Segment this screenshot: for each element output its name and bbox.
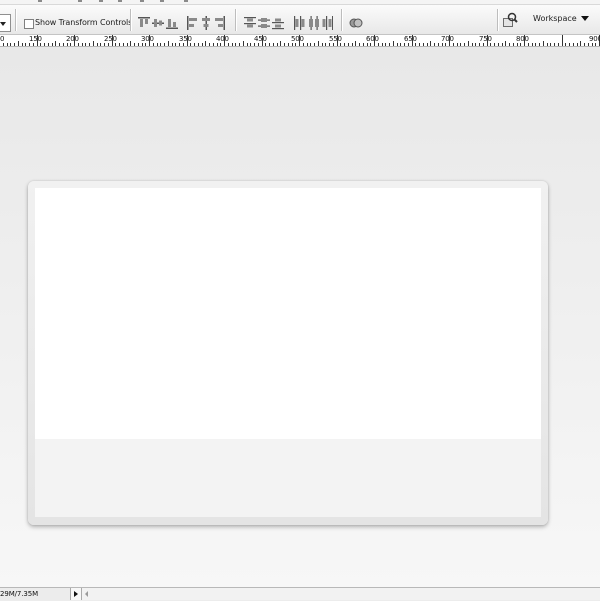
show-transform-controls-checkbox[interactable] [24,19,34,29]
document-size-readout: 29M/7.35M [0,590,39,598]
ruler-label: 550 [329,35,342,43]
ruler-label: 450 [254,35,267,43]
dialog-footer-area [35,439,541,517]
workspace-browse-icon[interactable] [502,12,518,28]
distribute-vertical-centers-icon[interactable] [258,16,270,30]
distribute-top-edges-icon[interactable] [244,16,256,30]
ruler-label: 750 [479,35,492,43]
horizontal-ruler[interactable]: 0 150 200 250 300 350 400 450 500 550 60… [0,35,600,47]
separator [15,9,16,31]
show-transform-controls-label: Show Transform Controls [35,18,133,27]
ruler-label: 300 [141,35,154,43]
status-bar: 29M/7.35M [0,587,600,601]
ruler-label: 800 [516,35,529,43]
workspace-label: Workspace [533,14,577,23]
ruler-label: 250 [104,35,117,43]
separator [130,9,131,31]
ruler-label: 200 [66,35,79,43]
ruler-label: 150 [29,35,42,43]
align-left-edges-icon[interactable] [186,16,198,30]
workspace-menu-button[interactable]: Workspace [533,14,589,28]
ruler-label: 0 [0,35,5,43]
ruler-label: 350 [179,35,192,43]
chevron-down-icon [0,22,6,26]
distribute-left-edges-icon[interactable] [293,16,305,30]
status-info-menu-button[interactable] [70,588,82,600]
chevron-down-icon [580,16,589,21]
ruler-label: 650 [404,35,417,43]
separator [497,9,498,31]
horizontal-scrollbar[interactable] [82,588,600,600]
distribute-bottom-edges-icon[interactable] [272,16,284,30]
align-bottom-edges-icon[interactable] [166,16,178,30]
auto-align-layers-icon[interactable] [349,16,363,30]
align-vertical-centers-icon[interactable] [152,16,164,30]
scroll-left-arrow-icon[interactable] [85,591,88,597]
ruler-label: 500 [291,35,304,43]
distribute-horizontal-centers-icon[interactable] [307,16,319,30]
align-horizontal-centers-icon[interactable] [200,16,212,30]
separator [341,9,342,31]
workspace-area: Workspace [497,5,600,34]
align-top-edges-icon[interactable] [138,16,150,30]
ruler-label: 900 [589,35,600,43]
separator [235,9,236,31]
play-arrow-icon [74,591,78,597]
options-bar: Show Transform Controls Workspace [0,5,600,35]
align-right-edges-icon[interactable] [214,16,226,30]
distribute-right-edges-icon[interactable] [321,16,333,30]
tool-preset-picker[interactable] [0,14,11,32]
document-canvas[interactable] [0,47,600,587]
ruler-label: 400 [216,35,229,43]
dialog-box-graphic [28,181,548,525]
ruler-label: 600 [366,35,379,43]
ruler-label: 700 [441,35,454,43]
dialog-content-area [35,188,541,439]
